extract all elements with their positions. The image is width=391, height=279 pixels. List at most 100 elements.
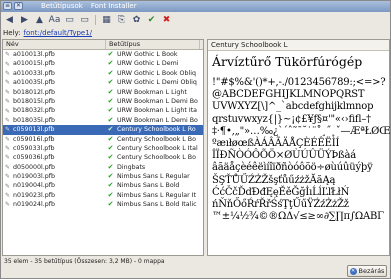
font-installer-window: ≡ ✕ Betűtípusok Font Installer ◀ ▶ ▲ Aa ▭… xyxy=(0,0,391,279)
font-name: URW Gothic L Book Obliq xyxy=(117,69,196,77)
installed-check-icon: ✔ xyxy=(107,96,114,105)
file-name-cell: ✎ a010033l.pfb xyxy=(3,69,106,78)
file-name: b018012l.pfb xyxy=(13,88,55,96)
copy-icon[interactable]: ⎘ xyxy=(116,15,127,26)
table-row[interactable]: ✎ n019003l.pfb ✔ Nimbus Sans L Regular xyxy=(3,172,203,181)
folder-icon[interactable]: ▦ xyxy=(101,15,112,26)
font-name-cell: ✔ Century Schoolbook L Ital xyxy=(106,144,200,153)
font-file-icon: ✎ xyxy=(5,88,11,96)
file-name-cell: ✎ a010035l.pfb xyxy=(3,78,106,87)
up-icon[interactable]: ▲ xyxy=(34,15,45,26)
preview-big-sample: Árvíztűrő Tükörfúrógép xyxy=(212,54,363,69)
status-bar: 35 elem - 35 betűtípus (Összesen: 3,2 MB… xyxy=(4,258,165,265)
table-row[interactable]: ✎ n019023l.pfb ✔ Nimbus Sans L Regular It xyxy=(3,191,203,200)
font-file-icon: ✎ xyxy=(5,173,11,181)
table-row[interactable]: ✎ a010015l.pfb ✔ URW Gothic L Demi xyxy=(3,59,203,68)
list-rows: ✎ a010013l.pfb ✔ URW Gothic L Book ✎ a010015l… xyxy=(3,50,203,210)
table-row[interactable]: ✎ d050000l.pfb ✔ Dingbats xyxy=(3,163,203,172)
font-name: URW Gothic L Demi xyxy=(117,60,179,68)
font-file-icon: ✎ xyxy=(5,145,11,153)
file-name: d050000l.pfb xyxy=(13,163,55,171)
forward-icon[interactable]: ▶ xyxy=(19,15,30,26)
font-file-icon: ✎ xyxy=(5,126,11,134)
table-row[interactable]: ✎ b018032l.pfb ✔ URW Bookman L Light Ita xyxy=(3,106,203,115)
font-name: Nimbus Sans L Regular xyxy=(117,173,190,181)
table-row[interactable]: ✎ b018035l.pfb ✔ URW Bookman L Demi Bo xyxy=(3,116,203,125)
installed-check-icon: ✔ xyxy=(107,153,114,162)
font-name-cell: ✔ Nimbus Sans L Bold Italic xyxy=(106,200,200,209)
install-icon[interactable]: ✿ xyxy=(131,15,142,26)
file-name-cell: ✎ b018015l.pfb xyxy=(3,97,106,106)
window-close-button[interactable]: ✕ xyxy=(14,2,23,10)
table-row[interactable]: ✎ c059036l.pfb ✔ Century Schoolbook L Bo xyxy=(3,153,203,162)
preview-line: ‡·¶•‚„"»…‰¿`´ˆ˜¯˘˙¨˚¸˝˛ˇ—ÆªŁØŒ xyxy=(212,125,391,137)
column-header-name[interactable]: Név xyxy=(3,40,106,49)
installed-check-icon: ✔ xyxy=(107,200,114,209)
preview-font-name: Century Schoolbook L xyxy=(208,40,389,51)
font-preview-panel: Century Schoolbook L Árvíztűrő Tükörfúró… xyxy=(207,39,391,256)
font-file-icon: ✎ xyxy=(5,98,11,106)
file-name: c059016l.pfb xyxy=(13,135,55,143)
table-row[interactable]: ✎ a010013l.pfb ✔ URW Gothic L Book xyxy=(3,50,203,59)
preview-line: ÎÏÐÑÒÓÔÕÖ×ØÙÚÛÜÝÞßàá xyxy=(212,150,356,162)
table-row[interactable]: ✎ c059033l.pfb ✔ Century Schoolbook L Ital xyxy=(3,144,203,153)
table-row[interactable]: ✎ c059013l.pfb ✔ Century Schoolbook L Ro xyxy=(3,125,203,135)
font-view-icon[interactable]: Aa xyxy=(49,15,61,26)
window-menu-button[interactable]: ≡ xyxy=(3,2,12,10)
column-header-font[interactable]: Betűtípus xyxy=(106,40,200,49)
toolbar: ◀ ▶ ▲ Aa ▭ ▭ ▦ ⎘ ✿ ✔ ✖ xyxy=(1,13,391,27)
font-name-cell: ✔ Nimbus Sans L Bold xyxy=(106,181,200,190)
font-name-cell: ✔ URW Bookman L Demi Bo xyxy=(106,97,200,106)
preview-line: ŠŞŤŮŰŹŻŽšşťůűźżžĂăĄą xyxy=(212,174,336,186)
file-name-cell: ✎ n019024l.pfb xyxy=(3,200,106,209)
detail-view-icon[interactable]: ▭ xyxy=(79,15,90,26)
preview-line: qrstuvwxyz{|}~¡¢£¥ƒ§¤'"«‹›ﬁﬂ–† xyxy=(212,113,371,125)
file-name-cell: ✎ b018032l.pfb xyxy=(3,106,106,115)
installed-check-icon: ✔ xyxy=(107,68,114,77)
table-row[interactable]: ✎ n019004l.pfb ✔ Nimbus Sans L Bold xyxy=(3,181,203,190)
delete-icon[interactable]: ✖ xyxy=(161,15,172,26)
font-file-icon: ✎ xyxy=(5,107,11,115)
installed-check-icon: ✔ xyxy=(107,134,114,143)
table-row[interactable]: ✎ a010035l.pfb ✔ URW Gothic L Demi Obliq xyxy=(3,78,203,87)
close-button-label: Bezárás xyxy=(358,267,385,275)
font-file-icon: ✎ xyxy=(5,51,11,59)
font-file-icon: ✎ xyxy=(5,201,11,209)
location-link[interactable]: font:/default/Type1/ xyxy=(24,29,93,37)
font-name-cell: ✔ URW Bookman L Light xyxy=(106,88,200,97)
settings-icon[interactable]: ✔ xyxy=(146,15,157,26)
close-icon: ✕ xyxy=(349,267,357,275)
table-row[interactable]: ✎ b018012l.pfb ✔ URW Bookman L Light xyxy=(3,88,203,97)
font-name: Century Schoolbook L Bo xyxy=(117,135,196,143)
font-name-cell: ✔ Nimbus Sans L Regular It xyxy=(106,191,200,200)
font-name: URW Bookman L Demi Bo xyxy=(117,116,198,124)
installed-check-icon: ✔ xyxy=(107,106,114,115)
file-name: a010035l.pfb xyxy=(13,79,55,87)
font-name-cell: ✔ Century Schoolbook L Bo xyxy=(106,153,200,162)
font-file-icon: ✎ xyxy=(5,60,11,68)
font-name: Nimbus Sans L Regular It xyxy=(117,191,196,199)
file-name: a010015l.pfb xyxy=(13,60,55,68)
back-icon[interactable]: ◀ xyxy=(4,15,15,26)
window-title: Betűtípusok Font Installer xyxy=(41,2,137,10)
list-view-icon[interactable]: ▭ xyxy=(64,15,75,26)
close-button[interactable]: ✕ Bezárás xyxy=(347,265,387,277)
window-title-text: Betűtípusok xyxy=(41,2,83,10)
file-name-cell: ✎ n019003l.pfb xyxy=(3,172,106,181)
toolbar-separator xyxy=(95,15,96,25)
installed-check-icon: ✔ xyxy=(107,181,114,190)
font-file-list[interactable]: Név Betűtípus ✎ a010013l.pfb ✔ URW Gothic L… xyxy=(2,39,204,256)
installed-check-icon: ✔ xyxy=(107,87,114,96)
preview-line: ĆćČčĎďĐđĘęĚěĞğİıĹĺĽľŁłŃ xyxy=(212,186,350,198)
table-row[interactable]: ✎ a010033l.pfb ✔ URW Gothic L Book Obliq xyxy=(3,69,203,78)
file-name: n019023l.pfb xyxy=(13,191,55,199)
font-file-icon: ✎ xyxy=(5,69,11,77)
font-file-icon: ✎ xyxy=(5,154,11,162)
installed-check-icon: ✔ xyxy=(107,115,114,124)
table-row[interactable]: ✎ n019024l.pfb ✔ Nimbus Sans L Bold Italic xyxy=(3,200,203,209)
table-row[interactable]: ✎ c059016l.pfb ✔ Century Schoolbook L Bo xyxy=(3,135,203,144)
file-name-cell: ✎ b018035l.pfb xyxy=(3,116,106,125)
location-label: Hely: xyxy=(3,29,21,37)
table-row[interactable]: ✎ b018015l.pfb ✔ URW Bookman L Demi Bo xyxy=(3,97,203,106)
font-file-icon: ✎ xyxy=(5,79,11,87)
